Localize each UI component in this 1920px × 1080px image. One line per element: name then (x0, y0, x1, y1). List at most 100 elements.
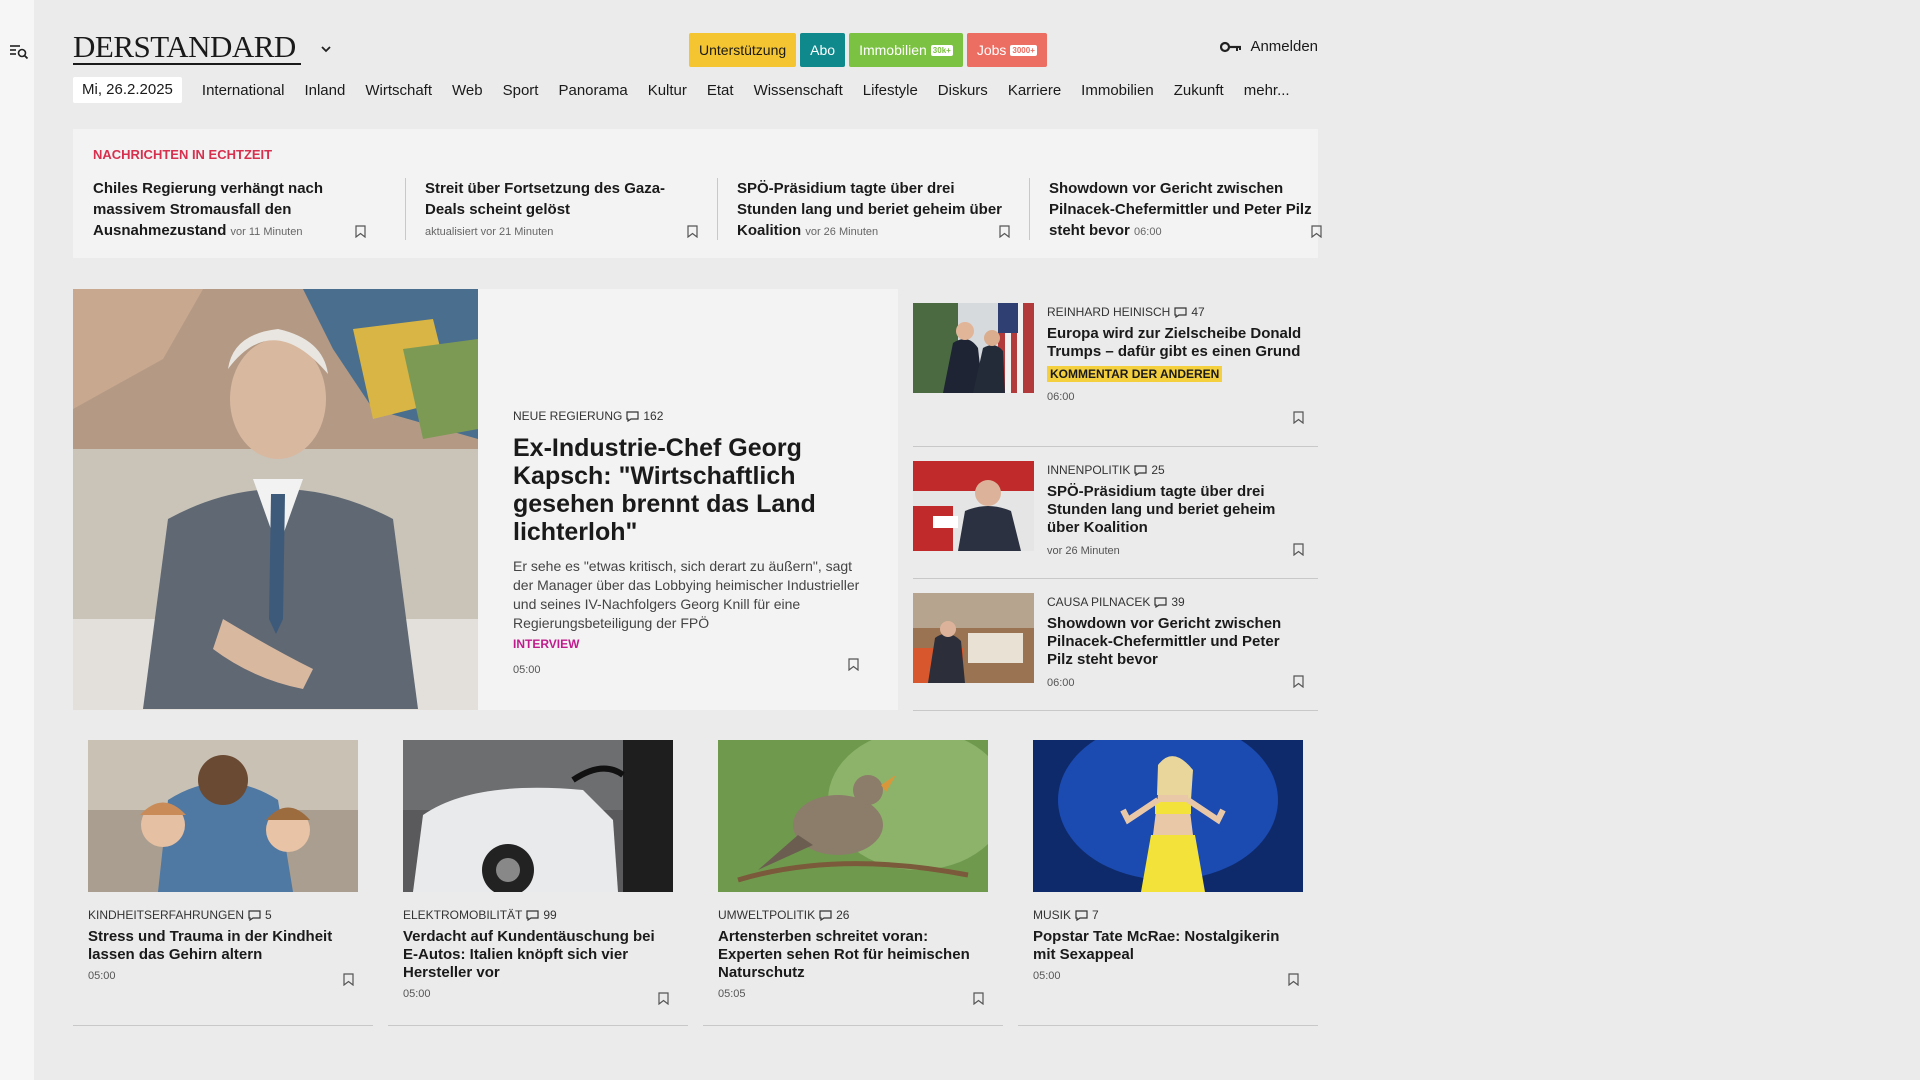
jobs-button[interactable]: Jobs 3000+ (966, 33, 1047, 67)
support-button-label: Unterstützung (699, 42, 787, 58)
card-time: 05:05 (718, 988, 746, 1000)
comment-icon (819, 909, 832, 921)
side-story[interactable]: CAUSA PILNACEK 39 Showdown vor Gericht z… (913, 579, 1318, 711)
realtime-item[interactable]: Chiles Regierung verhängt nach massivem … (93, 178, 405, 244)
side-story-image[interactable] (913, 593, 1034, 683)
support-button[interactable]: Unterstützung (689, 33, 797, 67)
card-comment-count[interactable]: 99 (543, 908, 556, 922)
lead-time: 05:00 (513, 664, 541, 676)
nav-item-kultur[interactable]: Kultur (648, 82, 687, 99)
realtime-item-time: vor 11 Minuten (230, 226, 303, 238)
side-title[interactable]: Showdown vor Gericht zwischen Pilnacek-C… (1047, 615, 1302, 669)
bookmark-icon[interactable] (999, 225, 1010, 238)
side-comment-count[interactable]: 47 (1191, 305, 1204, 319)
realtime-item-title: Showdown vor Gericht zwischen Pilnacek-C… (1049, 180, 1312, 239)
lead-story[interactable]: NEUE REGIERUNG 162 Ex-Industrie-Chef Geo… (73, 289, 898, 710)
login-button[interactable]: Anmelden (1220, 38, 1318, 55)
nav-item-more[interactable]: mehr... (1244, 82, 1290, 99)
immobilien-button[interactable]: Immobilien 30k+ (849, 33, 963, 67)
card-comment-count[interactable]: 7 (1092, 908, 1099, 922)
side-story[interactable]: INNENPOLITIK 25 SPÖ-Präsidium tagte über… (913, 447, 1318, 579)
realtime-item[interactable]: Showdown vor Gericht zwischen Pilnacek-C… (1029, 178, 1341, 244)
bookmark-icon[interactable] (355, 225, 366, 238)
nav-item-panorama[interactable]: Panorama (558, 82, 627, 99)
nav-item-sport[interactable]: Sport (503, 82, 539, 99)
side-stories: REINHARD HEINISCH 47 Europa wird zur Zie… (913, 289, 1318, 711)
side-title[interactable]: SPÖ-Präsidium tagte über drei Stunden la… (1047, 483, 1302, 537)
lead-comment-count[interactable]: 162 (643, 409, 663, 423)
bookmark-icon[interactable] (1311, 225, 1322, 238)
nav-item-wirtschaft[interactable]: Wirtschaft (365, 82, 432, 99)
card-kicker: KINDHEITSERFAHRUNGEN 5 (88, 908, 358, 922)
bookmark-icon[interactable] (1293, 411, 1304, 424)
lead-teaser: Er sehe es "etwas kritisch, sich derart … (513, 558, 860, 631)
side-comment-count[interactable]: 39 (1171, 595, 1184, 609)
nav-item-wissenschaft[interactable]: Wissenschaft (754, 82, 843, 99)
nav-item-lifestyle[interactable]: Lifestyle (863, 82, 918, 99)
bookmark-icon[interactable] (1288, 973, 1299, 986)
nav-item-immobilien[interactable]: Immobilien (1081, 82, 1154, 99)
story-card-image[interactable] (718, 740, 988, 892)
side-time: 06:00 (1047, 391, 1075, 403)
story-card-image[interactable] (88, 740, 358, 892)
bookmark-icon[interactable] (687, 225, 698, 238)
chevron-down-icon[interactable] (319, 42, 333, 56)
realtime-item-title: Streit über Fortsetzung des Gaza-Deals s… (425, 180, 666, 218)
card-title[interactable]: Stress und Trauma in der Kindheit lassen… (88, 928, 358, 964)
story-card[interactable]: ELEKTROMOBILITÄT 99 Verdacht auf Kundent… (388, 740, 688, 1026)
nav-item-web[interactable]: Web (452, 82, 483, 99)
bookmark-icon[interactable] (658, 992, 669, 1005)
realtime-item-time: vor 26 Minuten (805, 226, 879, 238)
main-nav: Mi, 26.2.2025 International Inland Wirts… (73, 77, 1310, 103)
nav-item-karriere[interactable]: Karriere (1008, 82, 1061, 99)
nav-item-etat[interactable]: Etat (707, 82, 734, 99)
lead-title[interactable]: Ex-Industrie-Chef Georg Kapsch: "Wirtsch… (513, 434, 863, 546)
realtime-item[interactable]: SPÖ-Präsidium tagte über drei Stunden la… (717, 178, 1029, 244)
story-card[interactable]: UMWELTPOLITIK 26 Artensterben schreitet … (703, 740, 1003, 1026)
story-card-image[interactable] (1033, 740, 1303, 892)
lead-story-text: NEUE REGIERUNG 162 Ex-Industrie-Chef Geo… (513, 409, 863, 676)
story-card-image[interactable] (403, 740, 673, 892)
bookmark-icon[interactable] (343, 973, 354, 986)
side-comment-count[interactable]: 25 (1151, 463, 1164, 477)
card-comment-count[interactable]: 5 (265, 908, 272, 922)
story-card[interactable]: KINDHEITSERFAHRUNGEN 5 Stress und Trauma… (73, 740, 373, 1026)
realtime-item[interactable]: Streit über Fortsetzung des Gaza-Deals s… (405, 178, 717, 244)
side-kicker: INNENPOLITIK 25 (1047, 463, 1302, 477)
key-icon (1220, 41, 1242, 52)
realtime-item-time: 06:00 (1134, 226, 1162, 238)
side-kicker-label: INNENPOLITIK (1047, 463, 1131, 477)
card-kicker-label: UMWELTPOLITIK (718, 908, 816, 922)
card-title[interactable]: Verdacht auf Kundentäuschung bei E-Autos… (403, 928, 673, 982)
nav-item-international[interactable]: International (202, 82, 285, 99)
side-story[interactable]: REINHARD HEINISCH 47 Europa wird zur Zie… (913, 289, 1318, 447)
card-title[interactable]: Popstar Tate McRae: Nostalgikerin mit Se… (1033, 928, 1303, 964)
card-kicker-label: KINDHEITSERFAHRUNGEN (88, 908, 245, 922)
side-story-text: CAUSA PILNACEK 39 Showdown vor Gericht z… (1047, 595, 1302, 689)
search-menu-icon[interactable] (9, 43, 29, 61)
site-logo[interactable]: DERSTANDARD (73, 30, 296, 64)
card-title[interactable]: Artensterben schreitet voran: Experten s… (718, 928, 988, 982)
side-story-image[interactable] (913, 303, 1034, 393)
immobilien-count-tag: 30k+ (930, 44, 953, 56)
bookmark-icon[interactable] (973, 992, 984, 1005)
opinion-badge: KOMMENTAR DER ANDEREN (1047, 366, 1223, 382)
card-comment-count[interactable]: 26 (836, 908, 849, 922)
bookmark-icon[interactable] (1293, 675, 1304, 688)
bookmark-icon[interactable] (1293, 543, 1304, 556)
card-kicker-label: ELEKTROMOBILITÄT (403, 908, 523, 922)
card-kicker: ELEKTROMOBILITÄT 99 (403, 908, 673, 922)
side-story-image[interactable] (913, 461, 1034, 551)
side-title[interactable]: Europa wird zur Zielscheibe Donald Trump… (1047, 325, 1302, 361)
jobs-button-label: Jobs (976, 42, 1007, 58)
nav-item-inland[interactable]: Inland (304, 82, 345, 99)
side-kicker: REINHARD HEINISCH 47 (1047, 305, 1302, 319)
card-time: 05:00 (403, 988, 431, 1000)
side-kicker-label: CAUSA PILNACEK (1047, 595, 1151, 609)
bookmark-icon[interactable] (848, 658, 859, 671)
story-card[interactable]: MUSIK 7 Popstar Tate McRae: Nostalgikeri… (1018, 740, 1318, 1026)
nav-item-diskurs[interactable]: Diskurs (938, 82, 988, 99)
lead-story-image[interactable] (73, 289, 478, 710)
abo-button[interactable]: Abo (800, 33, 846, 67)
nav-item-zukunft[interactable]: Zukunft (1174, 82, 1224, 99)
